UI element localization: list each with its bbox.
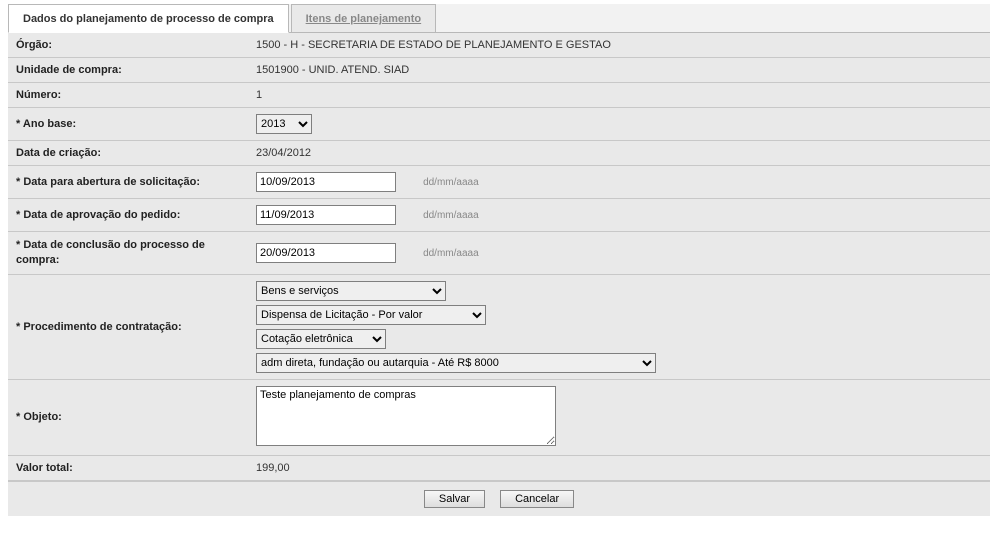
label-unidade: Unidade de compra: <box>8 58 248 83</box>
label-data-abertura: * Data para abertura de solicitação: <box>8 166 248 199</box>
label-orgao: Órgão: <box>8 33 248 58</box>
ano-base-select[interactable]: 2013 <box>256 114 312 134</box>
label-ano-base: * Ano base: <box>8 108 248 141</box>
hint-date-format: dd/mm/aaaa <box>423 177 479 188</box>
cancelar-button[interactable]: Cancelar <box>500 490 574 508</box>
procedimento-dispensa-select[interactable]: Dispensa de Licitação - Por valor <box>256 305 486 325</box>
label-valor-total: Valor total: <box>8 455 248 480</box>
data-aprovacao-input[interactable] <box>256 205 396 225</box>
page-container: Dados do planejamento de processo de com… <box>0 0 998 524</box>
hint-date-format: dd/mm/aaaa <box>423 210 479 221</box>
procedimento-cotacao-select[interactable]: Cotação eletrônica <box>256 329 386 349</box>
tab-dados-planejamento[interactable]: Dados do planejamento de processo de com… <box>8 4 289 33</box>
salvar-button[interactable]: Salvar <box>424 490 485 508</box>
data-abertura-input[interactable] <box>256 172 396 192</box>
value-orgao: 1500 - H - SECRETARIA DE ESTADO DE PLANE… <box>248 33 990 58</box>
value-unidade: 1501900 - UNID. ATEND. SIAD <box>248 58 990 83</box>
data-conclusao-input[interactable] <box>256 243 396 263</box>
label-data-aprovacao: * Data de aprovação do pedido: <box>8 199 248 232</box>
value-data-criacao: 23/04/2012 <box>248 141 990 166</box>
value-valor-total: 199,00 <box>248 455 990 480</box>
objeto-textarea[interactable] <box>256 386 556 446</box>
value-numero: 1 <box>248 83 990 108</box>
label-data-conclusao: * Data de conclusão do processo de compr… <box>8 232 248 275</box>
form-table: Órgão: 1500 - H - SECRETARIA DE ESTADO D… <box>8 33 990 481</box>
tab-bar: Dados do planejamento de processo de com… <box>8 4 990 33</box>
procedimento-tipo-select[interactable]: Bens e serviços <box>256 281 446 301</box>
label-objeto: * Objeto: <box>8 379 248 455</box>
procedimento-adm-select[interactable]: adm direta, fundação ou autarquia - Até … <box>256 353 656 373</box>
tab-itens-planejamento[interactable]: Itens de planejamento <box>291 4 437 33</box>
hint-date-format: dd/mm/aaaa <box>423 248 479 259</box>
label-data-criacao: Data de criação: <box>8 141 248 166</box>
button-row: Salvar Cancelar <box>8 481 990 516</box>
label-numero: Número: <box>8 83 248 108</box>
label-procedimento: * Procedimento de contratação: <box>8 274 248 379</box>
